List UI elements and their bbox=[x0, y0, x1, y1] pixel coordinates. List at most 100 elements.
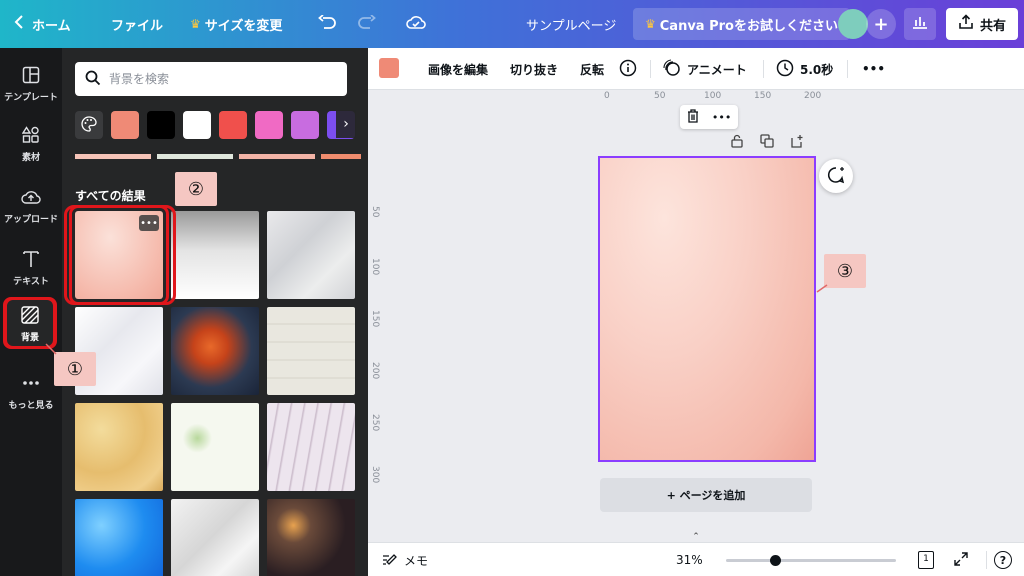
crop-label: 切り抜き bbox=[510, 62, 559, 77]
divider bbox=[847, 60, 848, 78]
background-color-button[interactable] bbox=[379, 58, 399, 78]
animate-icon bbox=[663, 58, 681, 80]
page-count-button[interactable]: 1 bbox=[918, 543, 934, 576]
pattern-strip[interactable] bbox=[75, 154, 151, 159]
crop-button[interactable]: 切り抜き bbox=[510, 48, 558, 90]
pattern-strip[interactable] bbox=[157, 154, 233, 159]
background-thumb-white-wood[interactable] bbox=[267, 307, 355, 395]
comment-plus-icon bbox=[827, 166, 845, 187]
info-button[interactable] bbox=[619, 48, 637, 90]
divider bbox=[763, 60, 764, 78]
avatar[interactable] bbox=[838, 9, 868, 39]
cloud-upload-icon bbox=[20, 186, 42, 208]
color-swatch[interactable] bbox=[219, 111, 247, 139]
add-page-icon[interactable] bbox=[790, 134, 804, 151]
crown-icon: ♛ bbox=[645, 17, 656, 31]
edit-image-label: 画像を編集 bbox=[428, 62, 489, 77]
share-label: 共有 bbox=[979, 18, 1006, 34]
more-dots-icon[interactable]: ••• bbox=[712, 111, 731, 124]
design-page[interactable] bbox=[598, 156, 816, 462]
template-icon bbox=[20, 64, 42, 86]
redo-button[interactable] bbox=[356, 12, 378, 36]
vertical-ruler: 50 100 150 200 250 300 bbox=[368, 154, 386, 494]
background-thumb-green-leaves[interactable] bbox=[171, 403, 259, 491]
pattern-strip[interactable] bbox=[239, 154, 315, 159]
zoom-slider-handle[interactable] bbox=[770, 555, 782, 566]
notes-button[interactable]: メモ bbox=[382, 543, 428, 576]
ruler-tick-label: 250 bbox=[370, 414, 380, 432]
bar-chart-icon bbox=[912, 15, 928, 33]
file-menu-button[interactable]: ファイル bbox=[111, 12, 163, 36]
rail-item-uploads[interactable]: アップロード bbox=[0, 186, 62, 225]
pattern-strip[interactable] bbox=[321, 154, 361, 159]
flip-button[interactable]: 反転 bbox=[580, 48, 604, 90]
color-swatch[interactable] bbox=[111, 111, 139, 139]
color-swatch[interactable] bbox=[147, 111, 175, 139]
rail-item-text[interactable]: テキスト bbox=[0, 248, 62, 287]
swatch-next-button[interactable]: › bbox=[336, 110, 356, 138]
ruler-tick-label: 0 bbox=[604, 91, 610, 101]
document-title-label: サンプルページ bbox=[526, 18, 617, 34]
callout-two: ② bbox=[175, 172, 217, 206]
background-thumb-crumpled-paper[interactable] bbox=[171, 499, 259, 576]
edit-image-button[interactable]: 画像を編集 bbox=[428, 48, 488, 90]
crown-icon: ♛ bbox=[190, 17, 201, 31]
background-thumb-autumn-leaves[interactable] bbox=[171, 307, 259, 395]
background-thumb-bokeh-lights[interactable] bbox=[267, 499, 355, 576]
fullscreen-button[interactable] bbox=[954, 543, 968, 576]
undo-button[interactable] bbox=[316, 12, 338, 36]
chevron-up-icon[interactable]: ⌃ bbox=[688, 532, 704, 542]
duplicate-icon[interactable] bbox=[760, 134, 774, 151]
home-button[interactable]: ホーム bbox=[14, 12, 71, 36]
pencil-lines-icon bbox=[382, 552, 398, 569]
zoom-readout[interactable]: 31% bbox=[676, 543, 703, 576]
canvas-area[interactable]: 0 50 100 150 200 50 100 150 200 250 300 … bbox=[368, 90, 1024, 542]
palette-icon bbox=[81, 115, 97, 135]
background-thumb-floral-lavender[interactable] bbox=[267, 403, 355, 491]
rail-item-label: テキスト bbox=[13, 277, 49, 287]
save-status-button[interactable] bbox=[405, 12, 427, 36]
trash-icon[interactable] bbox=[687, 108, 699, 126]
undo-icon bbox=[318, 14, 336, 33]
search-box[interactable] bbox=[75, 62, 347, 96]
background-thumb-gold-bokeh[interactable] bbox=[75, 403, 163, 491]
resize-button[interactable]: ♛ サイズを変更 bbox=[190, 12, 282, 36]
duration-button[interactable]: 5.0秒 bbox=[776, 48, 833, 90]
background-thumb-gray-gradient[interactable] bbox=[171, 211, 259, 299]
color-swatch[interactable] bbox=[255, 111, 283, 139]
more-options-button[interactable]: ••• bbox=[862, 48, 885, 90]
page-icon: 1 bbox=[918, 551, 934, 569]
add-page-button[interactable]: + ページを追加 bbox=[600, 478, 812, 512]
animate-button[interactable]: アニメート bbox=[663, 48, 747, 90]
floating-toolbar: ••• bbox=[680, 105, 738, 129]
rail-item-label: テンプレート bbox=[4, 93, 58, 103]
palette-button[interactable] bbox=[75, 111, 103, 139]
search-input[interactable] bbox=[109, 72, 329, 86]
rail-item-more[interactable]: もっと見る bbox=[0, 372, 62, 411]
ruler-tick-label: 50 bbox=[654, 91, 666, 101]
home-label: ホーム bbox=[32, 18, 71, 34]
ruler-tick-label: 200 bbox=[370, 362, 380, 380]
rail-item-templates[interactable]: テンプレート bbox=[0, 64, 62, 103]
expand-icon bbox=[954, 551, 968, 569]
document-title[interactable]: サンプルページ bbox=[526, 12, 616, 36]
share-button[interactable]: 共有 bbox=[946, 8, 1018, 40]
ruler-tick-label: 100 bbox=[370, 258, 380, 276]
add-collaborator-button[interactable]: + bbox=[866, 9, 896, 39]
divider bbox=[650, 60, 651, 78]
insights-button[interactable] bbox=[904, 8, 936, 40]
color-swatch[interactable] bbox=[291, 111, 319, 139]
search-icon bbox=[85, 70, 101, 89]
add-comment-button[interactable] bbox=[819, 159, 853, 193]
try-pro-button[interactable]: ♛ Canva Proをお試しください bbox=[633, 8, 850, 40]
background-thumb-marble[interactable] bbox=[267, 211, 355, 299]
plus-icon: + bbox=[873, 13, 889, 35]
help-button[interactable]: ? bbox=[994, 543, 1012, 576]
lock-icon[interactable] bbox=[730, 134, 744, 151]
context-toolbar: 画像を編集 切り抜き 反転 アニメート 5.0秒 ••• bbox=[368, 48, 1024, 90]
color-swatch[interactable] bbox=[183, 111, 211, 139]
rail-item-elements[interactable]: 素材 bbox=[0, 124, 62, 163]
zoom-slider[interactable] bbox=[726, 555, 896, 566]
file-label: ファイル bbox=[111, 18, 164, 34]
background-thumb-water[interactable] bbox=[75, 499, 163, 576]
